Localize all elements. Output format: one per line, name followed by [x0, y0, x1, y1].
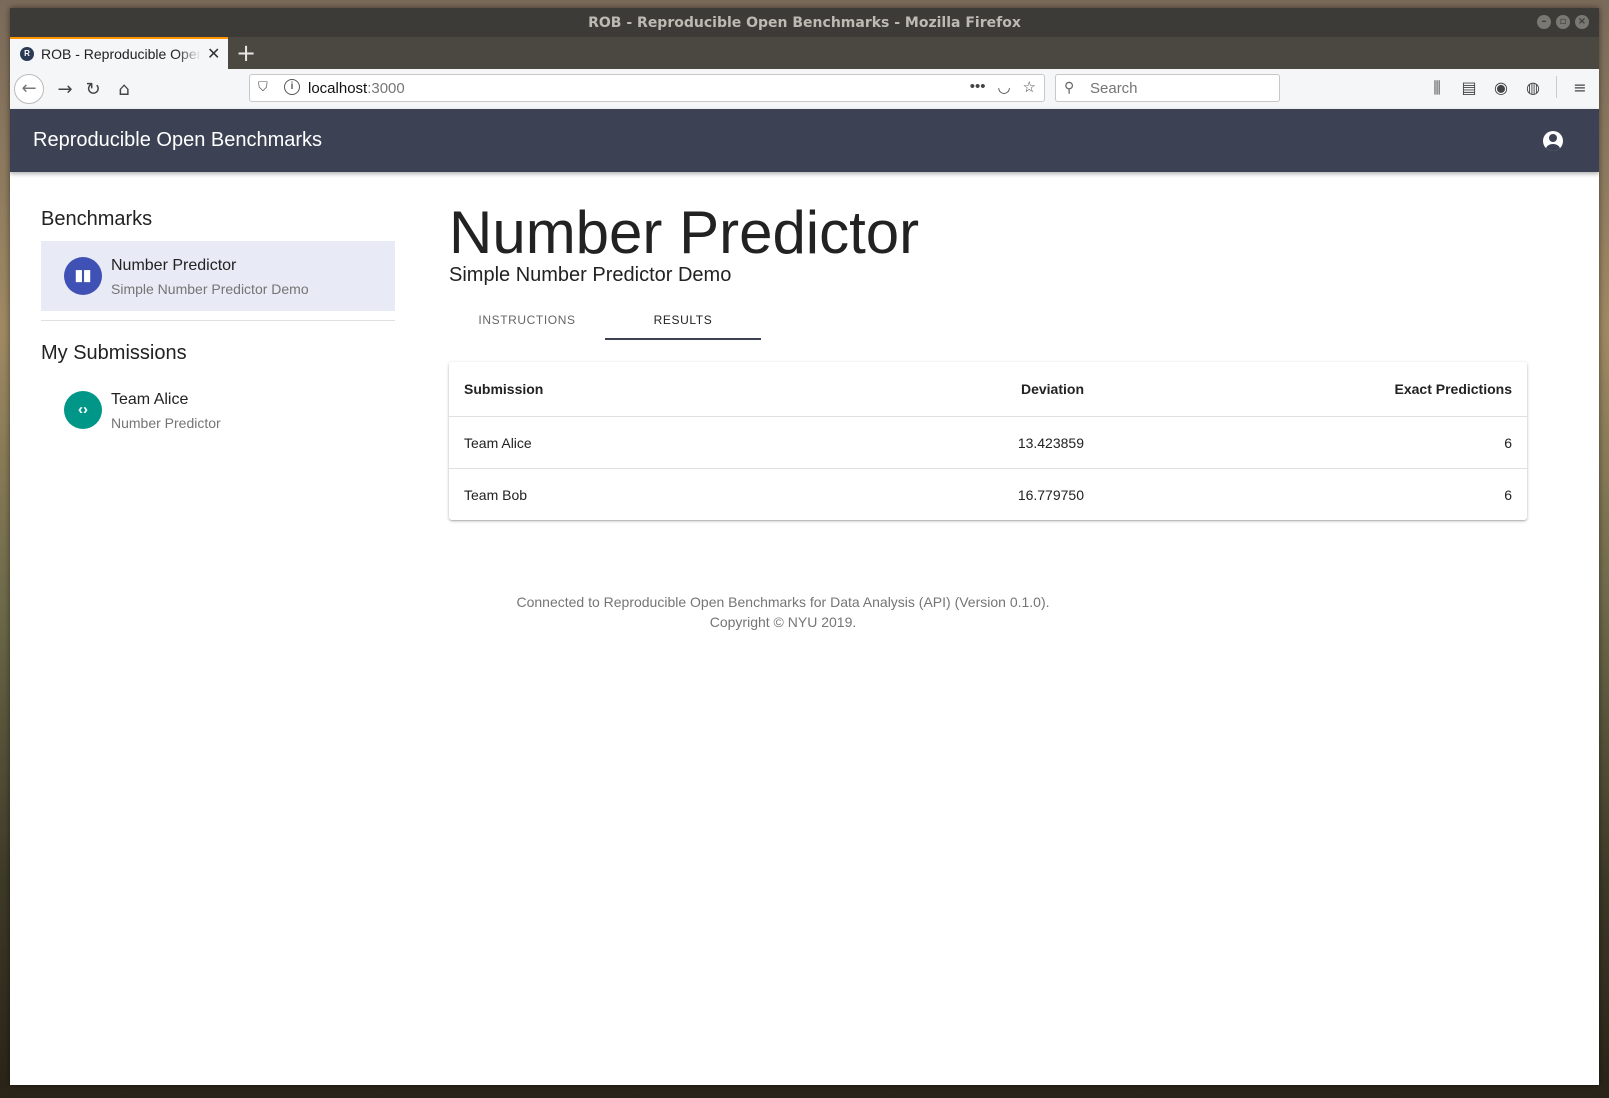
user-account-icon[interactable]	[1543, 131, 1563, 151]
bar-chart-icon: ▮▮	[64, 257, 102, 295]
close-tab-icon[interactable]: ✕	[207, 44, 220, 64]
minimize-icon[interactable]: –	[1537, 15, 1551, 29]
url-bar[interactable]: ⛉ i localhost:3000 ••• ◡ ☆	[249, 74, 1045, 102]
tab-title: ROB - Reproducible Open Benchmarks	[41, 46, 201, 62]
page-actions-icon[interactable]: •••	[970, 78, 986, 96]
submissions-heading: My Submissions	[41, 342, 187, 364]
table-row: Team Alice 13.423859 6	[449, 416, 1527, 469]
window-title: ROB - Reproducible Open Benchmarks - Moz…	[588, 14, 1021, 31]
submission-item[interactable]: ‹› Team Alice Number Predictor	[41, 375, 395, 445]
page-subtitle: Simple Number Predictor Demo	[449, 264, 732, 286]
maximize-icon[interactable]: ▫	[1556, 15, 1570, 29]
footer: Connected to Reproducible Open Benchmark…	[449, 592, 1117, 632]
info-icon[interactable]: i	[284, 79, 300, 95]
close-window-icon[interactable]: ×	[1575, 15, 1589, 29]
tab-bar: INSTRUCTIONS RESULTS	[449, 302, 769, 340]
tab-instructions[interactable]: INSTRUCTIONS	[449, 302, 605, 340]
table-header-row: Submission Deviation Exact Predictions	[449, 362, 1527, 417]
search-bar[interactable]: ⚲	[1055, 74, 1280, 102]
results-table: Submission Deviation Exact Predictions T…	[449, 362, 1527, 520]
benchmark-description: Simple Number Predictor Demo	[111, 281, 309, 297]
results-table-card: Submission Deviation Exact Predictions T…	[449, 362, 1527, 520]
benchmark-name: Number Predictor	[111, 257, 237, 274]
cell-exact-predictions: 6	[1504, 486, 1512, 503]
toolbar-divider	[1556, 76, 1557, 98]
cell-exact-predictions: 6	[1099, 416, 1527, 469]
column-header-exact-predictions[interactable]: Exact Predictions	[1099, 362, 1527, 417]
app-title[interactable]: Reproducible Open Benchmarks	[33, 129, 322, 152]
forward-icon[interactable]: →	[52, 77, 78, 103]
menu-icon[interactable]: ≡	[1571, 78, 1589, 98]
browser-window: ROB - Reproducible Open Benchmarks - Moz…	[10, 8, 1599, 1085]
code-icon: ‹›	[64, 391, 102, 429]
table-row: Team Bob 16.779750 6	[449, 469, 1527, 521]
navigation-toolbar: ← → ↻ ⌂ ⛉ i localhost:3000 ••• ◡ ☆ ⚲ ⫼ ▤…	[10, 69, 1599, 110]
sidebar-divider	[41, 320, 395, 321]
url-text[interactable]: localhost:3000	[308, 80, 405, 97]
submission-benchmark: Number Predictor	[111, 415, 221, 431]
benchmark-item[interactable]: ▮▮ Number Predictor Simple Number Predic…	[41, 241, 395, 311]
page-title: Number Predictor	[449, 199, 920, 266]
library-icon[interactable]: ⫼	[1428, 78, 1446, 98]
cell-submission: Team Alice	[449, 416, 779, 469]
footer-connection-text: Connected to Reproducible Open Benchmark…	[516, 594, 1050, 610]
tab-results[interactable]: RESULTS	[605, 302, 761, 340]
reload-icon[interactable]: ↻	[80, 77, 106, 103]
account-icon[interactable]: ◍	[1524, 78, 1542, 98]
window-titlebar: ROB - Reproducible Open Benchmarks - Moz…	[10, 8, 1599, 37]
column-header-deviation[interactable]: Deviation	[779, 362, 1099, 417]
browser-tab[interactable]: R ROB - Reproducible Open Benchmarks ✕	[10, 37, 228, 69]
tab-strip: R ROB - Reproducible Open Benchmarks ✕ +	[10, 37, 1599, 69]
cell-submission: Team Bob	[464, 486, 528, 503]
column-header-submission[interactable]: Submission	[449, 362, 779, 417]
extension-icon[interactable]: ◉	[1492, 78, 1510, 98]
benchmarks-heading: Benchmarks	[41, 208, 153, 230]
shield-icon[interactable]: ⛉	[258, 79, 268, 95]
app-header: Reproducible Open Benchmarks	[10, 109, 1599, 172]
new-tab-icon[interactable]: +	[236, 39, 256, 67]
cell-deviation: 16.779750	[1017, 486, 1084, 503]
search-icon: ⚲	[1064, 79, 1075, 95]
home-icon[interactable]: ⌂	[111, 77, 137, 103]
footer-copyright: Copyright © NYU 2019.	[709, 614, 857, 630]
cell-deviation: 13.423859	[779, 416, 1099, 469]
bookmark-star-icon[interactable]: ☆	[1023, 78, 1036, 96]
url-actions: ••• ◡ ☆	[970, 78, 1036, 96]
pocket-icon[interactable]: ◡	[997, 78, 1010, 96]
favicon-icon: R	[20, 47, 34, 61]
window-controls: – ▫ ×	[1537, 15, 1589, 29]
submission-name: Team Alice	[111, 391, 189, 408]
search-input[interactable]	[1090, 80, 1270, 97]
sidebar-icon[interactable]: ▤	[1460, 78, 1478, 98]
back-icon[interactable]: ←	[14, 74, 44, 104]
toolbar-icons: ⫼ ▤ ◉ ◍ ≡	[1428, 76, 1589, 98]
